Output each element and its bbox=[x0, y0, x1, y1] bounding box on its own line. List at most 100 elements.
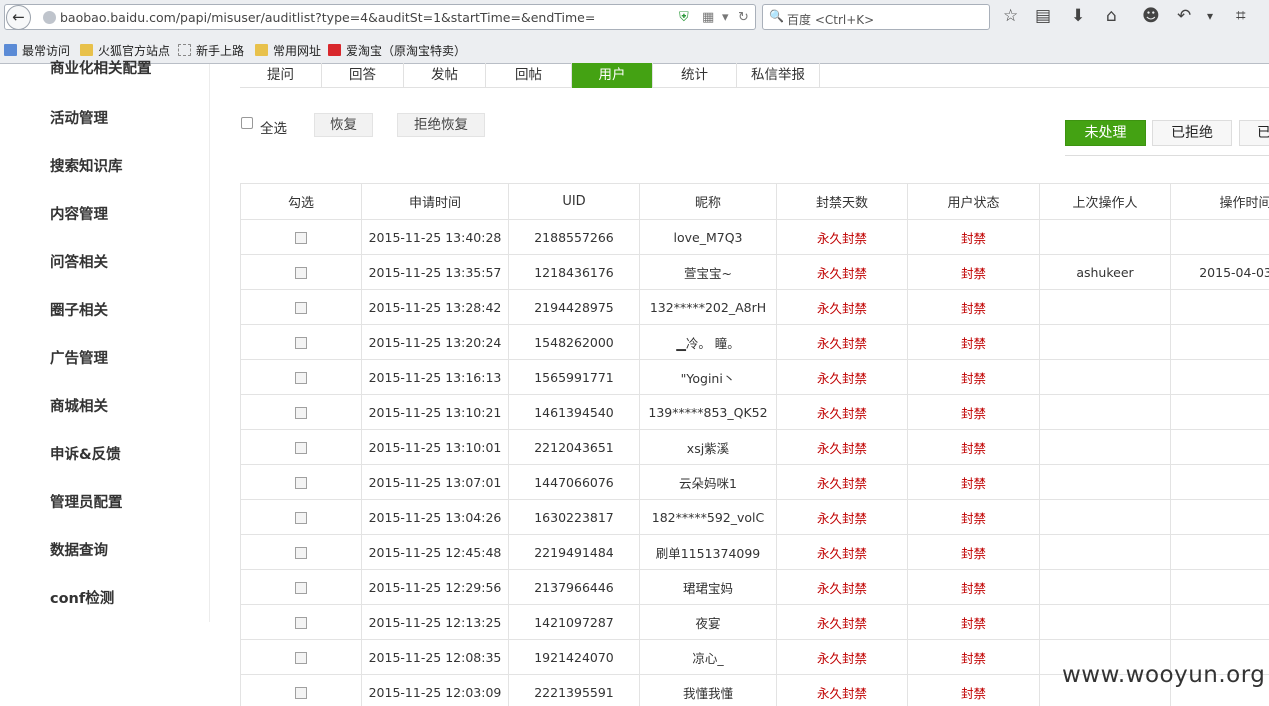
cell-nickname: 珺珺宝妈 bbox=[639, 569, 777, 605]
sidebar-item-circle[interactable]: 圈子相关 bbox=[50, 299, 108, 320]
url-bar[interactable]: baobao.baidu.com/papi/misuser/auditlist?… bbox=[4, 4, 756, 30]
row-checkbox[interactable] bbox=[295, 547, 307, 559]
cell-select[interactable] bbox=[240, 219, 362, 255]
row-checkbox[interactable] bbox=[295, 617, 307, 629]
row-checkbox[interactable] bbox=[295, 442, 307, 454]
cell-uid: 2221395591 bbox=[508, 674, 640, 706]
cell-select[interactable] bbox=[240, 359, 362, 395]
folder-icon bbox=[255, 44, 268, 56]
cell-select[interactable] bbox=[240, 324, 362, 360]
undo-dropdown-icon[interactable]: ▾ bbox=[1207, 9, 1213, 23]
tab-message-reports[interactable]: 私信举报 bbox=[737, 63, 820, 88]
row-checkbox[interactable] bbox=[295, 512, 307, 524]
reject-restore-button[interactable]: 拒绝恢复 bbox=[397, 113, 485, 137]
filter-processed-button[interactable]: 已 bbox=[1239, 120, 1269, 146]
tab-stats[interactable]: 统计 bbox=[653, 63, 737, 88]
sidebar-item-mall[interactable]: 商城相关 bbox=[50, 395, 108, 416]
row-checkbox[interactable] bbox=[295, 687, 307, 699]
row-checkbox[interactable] bbox=[295, 337, 307, 349]
row-checkbox[interactable] bbox=[295, 652, 307, 664]
sidebar-item-activity[interactable]: 活动管理 bbox=[50, 107, 108, 128]
row-checkbox[interactable] bbox=[295, 407, 307, 419]
download-icon[interactable]: ⬇ bbox=[1071, 6, 1085, 26]
cell-select[interactable] bbox=[240, 499, 362, 535]
cell-last-operator bbox=[1039, 394, 1171, 430]
cell-user-status: 封禁 bbox=[907, 359, 1040, 395]
cell-ban-days: 永久封禁 bbox=[776, 464, 908, 500]
tab-posts[interactable]: 发帖 bbox=[404, 63, 486, 88]
table-row: 2015-11-25 13:07:01 1447066076 云朵妈咪1 永久封禁 封禁 bbox=[240, 464, 1269, 500]
refresh-icon[interactable]: ↻ bbox=[738, 10, 749, 25]
undo-icon[interactable]: ↶ bbox=[1177, 6, 1191, 26]
sidebar-item-data-query[interactable]: 数据查询 bbox=[50, 539, 108, 560]
filter-rejected-button[interactable]: 已拒绝 bbox=[1152, 120, 1232, 146]
cell-select[interactable] bbox=[240, 604, 362, 640]
cell-select[interactable] bbox=[240, 534, 362, 570]
table-row: 2015-11-25 13:35:57 1218436176 萱宝宝~ 永久封禁 封禁 a… bbox=[240, 254, 1269, 290]
bookmark-aitaobao[interactable]: 爱淘宝（原淘宝特卖） bbox=[328, 42, 466, 59]
back-button[interactable]: ← bbox=[6, 5, 31, 30]
cell-select[interactable] bbox=[240, 429, 362, 465]
cell-operation-time bbox=[1170, 289, 1269, 325]
table-row: 2015-11-25 12:13:25 1421097287 夜宴 永久封禁 封禁 bbox=[240, 604, 1269, 640]
dropdown-icon[interactable]: ▾ bbox=[722, 10, 729, 25]
sidebar-item-appeal[interactable]: 申诉&反馈 bbox=[50, 443, 121, 464]
row-checkbox[interactable] bbox=[295, 232, 307, 244]
bookmark-star-icon[interactable]: ☆ bbox=[1003, 6, 1018, 26]
crop-icon[interactable]: ⌗ bbox=[1236, 6, 1246, 26]
table-row: 2015-11-25 13:20:24 1548262000 ▁冷。 瞳。 永久封禁封… bbox=[240, 324, 1269, 360]
row-checkbox[interactable] bbox=[295, 372, 307, 384]
url-text[interactable]: baobao.baidu.com/papi/misuser/auditlist?… bbox=[60, 10, 595, 25]
bookmark-getting-started[interactable]: 新手上路 bbox=[178, 42, 244, 59]
cell-apply-time: 2015-11-25 13:35:57 bbox=[361, 254, 509, 290]
home-icon[interactable]: ⌂ bbox=[1106, 6, 1117, 26]
cell-apply-time: 2015-11-25 13:20:24 bbox=[361, 324, 509, 360]
tab-users[interactable]: 用户 bbox=[572, 63, 653, 88]
restore-button[interactable]: 恢复 bbox=[314, 113, 373, 137]
main-tabs: 提问 回答 发帖 回帖 用户 统计 私信举报 bbox=[240, 63, 1269, 88]
cell-last-operator bbox=[1039, 569, 1171, 605]
sidebar-item-admin[interactable]: 管理员配置 bbox=[50, 491, 123, 512]
qr-code-icon[interactable]: ▦ bbox=[702, 10, 714, 25]
shield-icon[interactable]: ⛨ bbox=[679, 10, 689, 25]
sidebar-item-content[interactable]: 内容管理 bbox=[50, 203, 108, 224]
tab-answers[interactable]: 回答 bbox=[322, 63, 404, 88]
chat-icon[interactable]: ☻ bbox=[1142, 6, 1160, 26]
cell-select[interactable] bbox=[240, 254, 362, 290]
reading-list-icon[interactable]: ▤ bbox=[1035, 6, 1051, 26]
cell-uid: 1548262000 bbox=[508, 324, 640, 360]
row-checkbox[interactable] bbox=[295, 582, 307, 594]
table-header-row: 勾选 申请时间 UID 昵称 封禁天数 用户状态 上次操作人 操作时间 bbox=[240, 183, 1269, 220]
cell-user-status: 封禁 bbox=[907, 289, 1040, 325]
cell-nickname: 夜宴 bbox=[639, 604, 777, 640]
row-checkbox[interactable] bbox=[295, 302, 307, 314]
bookmark-common-sites[interactable]: 常用网址 bbox=[255, 42, 321, 59]
site-identity-icon[interactable] bbox=[43, 11, 56, 24]
sidebar-item-ads[interactable]: 广告管理 bbox=[50, 347, 108, 368]
tab-replies[interactable]: 回帖 bbox=[486, 63, 572, 88]
cell-nickname: 我懂我懂 bbox=[639, 674, 777, 706]
cell-last-operator bbox=[1039, 464, 1171, 500]
select-all-checkbox[interactable] bbox=[241, 117, 253, 129]
row-checkbox[interactable] bbox=[295, 267, 307, 279]
cell-uid: 2188557266 bbox=[508, 219, 640, 255]
cell-ban-days: 永久封禁 bbox=[776, 499, 908, 535]
sidebar-item-conf-check[interactable]: conf检测 bbox=[50, 587, 114, 608]
cell-apply-time: 2015-11-25 13:04:26 bbox=[361, 499, 509, 535]
cell-select[interactable] bbox=[240, 674, 362, 706]
cell-select[interactable] bbox=[240, 639, 362, 675]
row-checkbox[interactable] bbox=[295, 477, 307, 489]
filter-pending-button[interactable]: 未处理 bbox=[1065, 120, 1146, 146]
cell-select[interactable] bbox=[240, 394, 362, 430]
search-box[interactable]: 🔍 百度 <Ctrl+K> bbox=[762, 4, 990, 30]
sidebar-item-search-kb[interactable]: 搜索知识库 bbox=[50, 155, 123, 176]
tab-questions[interactable]: 提问 bbox=[240, 63, 322, 88]
cell-nickname: 182*****592_volC bbox=[639, 499, 777, 535]
sidebar-item-qa[interactable]: 问答相关 bbox=[50, 251, 108, 272]
cell-select[interactable] bbox=[240, 464, 362, 500]
cell-select[interactable] bbox=[240, 569, 362, 605]
table-row: 2015-11-25 13:04:26 1630223817 182*****592… bbox=[240, 499, 1269, 535]
cell-select[interactable] bbox=[240, 289, 362, 325]
cell-ban-days: 永久封禁 bbox=[776, 289, 908, 325]
sidebar-item-commercial-config[interactable]: 商业化相关配置 bbox=[50, 57, 152, 78]
